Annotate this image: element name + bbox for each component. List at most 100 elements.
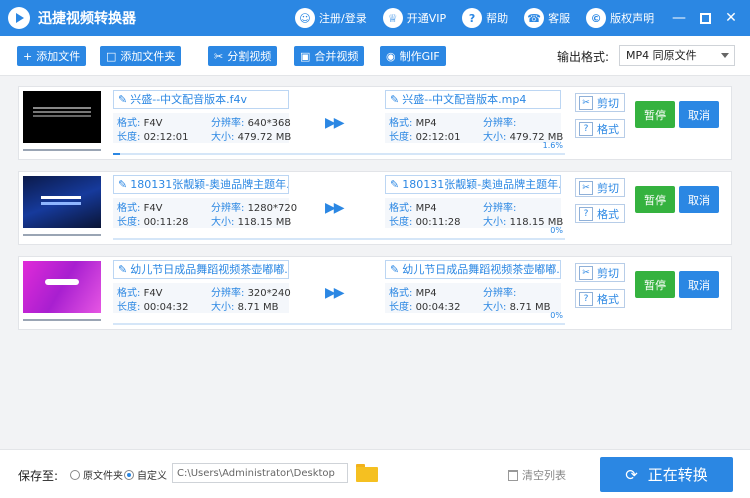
- cut-button[interactable]: ✂ 剪切: [575, 178, 625, 197]
- cut-label: 剪切: [597, 96, 619, 110]
- save-to-label: 保存至:: [18, 469, 59, 483]
- clear-list-label: 清空列表: [522, 469, 566, 482]
- output-format-value: MP4 同原文件: [626, 49, 697, 62]
- format-button-label: 格式: [597, 122, 619, 136]
- duration-label: 长度:: [117, 302, 141, 313]
- scissors-icon: ✂: [579, 180, 593, 195]
- login-label: 注册/登录: [319, 12, 367, 25]
- source-size: 118.15 MB: [237, 217, 292, 228]
- output-filename[interactable]: ✎ 兴盛--中文配音版本.mp4: [385, 90, 561, 109]
- merge-video-label: 合并视频: [314, 50, 359, 63]
- copyright-icon: ©: [586, 8, 607, 28]
- task-row: ✎ 幼儿节日成品舞蹈视频茶壶嘟嘟. 格式: F4V 长度: 00:04:32 分辨…: [18, 256, 732, 330]
- progress-percent: 0%: [550, 226, 563, 235]
- duration-label: 长度:: [117, 132, 141, 143]
- radio-original-folder[interactable]: 原文件夹: [70, 467, 123, 482]
- cut-button[interactable]: ✂ 剪切: [575, 93, 625, 112]
- radio-custom-label: 自定义: [137, 471, 167, 482]
- add-folder-label: 添加文件夹: [120, 50, 176, 63]
- pencil-icon: ✎: [118, 178, 128, 191]
- source-info: 格式: F4V 长度: 02:12:01 分辨率: 640*368 大小: 47…: [113, 113, 291, 143]
- cut-label: 剪切: [597, 181, 619, 195]
- login-link[interactable]: ☺ 注册/登录: [295, 8, 367, 28]
- cut-button[interactable]: ✂ 剪切: [575, 263, 625, 282]
- output-duration: 02:12:01: [415, 132, 461, 143]
- close-icon: ✕: [725, 10, 737, 26]
- add-folder-button[interactable]: □ 添加文件夹: [100, 46, 182, 66]
- video-thumbnail[interactable]: [23, 261, 101, 313]
- minimize-button[interactable]: —: [666, 5, 692, 31]
- browse-folder-button[interactable]: [356, 464, 378, 482]
- make-gif-button[interactable]: ◉ 制作GIF: [380, 46, 446, 66]
- vip-link[interactable]: ♕ 开通VIP: [382, 8, 446, 28]
- toolbar: + 添加文件 □ 添加文件夹 ✂ 分割视频 ▣ 合并视频 ◉ 制作GIF 输出格…: [0, 36, 750, 76]
- output-format-select[interactable]: MP4 同原文件: [619, 45, 735, 66]
- close-button[interactable]: ✕: [718, 5, 744, 31]
- add-file-label: 添加文件: [36, 50, 81, 63]
- size-label: 大小:: [483, 302, 507, 313]
- output-filename-text: 幼儿节日成品舞蹈视频茶壶嘟嘟.: [402, 263, 560, 276]
- top-links: ☺ 注册/登录 ♕ 开通VIP ? 帮助 ☎ 客服 © 版权声明: [295, 0, 670, 36]
- headset-icon: ☎: [524, 8, 545, 28]
- format-button[interactable]: ? 格式: [575, 289, 625, 308]
- output-info: 格式: MP4 长度: 02:12:01 分辨率: 大小: 479.72 MB: [385, 113, 563, 143]
- video-thumbnail[interactable]: [23, 91, 101, 143]
- app-logo-icon: [8, 7, 30, 29]
- radio-dot: [124, 469, 134, 480]
- source-duration: 00:11:28: [143, 217, 189, 228]
- size-label: 大小:: [483, 217, 507, 228]
- convert-arrow-icon: ▶▶: [325, 115, 344, 131]
- progress-bar: [113, 323, 565, 325]
- duration-label: 长度:: [389, 132, 413, 143]
- source-filename[interactable]: ✎ 兴盛--中文配音版本.f4v: [113, 90, 289, 109]
- split-video-button[interactable]: ✂ 分割视频: [208, 46, 278, 66]
- output-filename[interactable]: ✎ 幼儿节日成品舞蹈视频茶壶嘟嘟.: [385, 260, 561, 279]
- copyright-link[interactable]: © 版权声明: [586, 8, 654, 28]
- service-link[interactable]: ☎ 客服: [524, 8, 570, 28]
- plus-icon: +: [23, 49, 33, 63]
- scissors-icon: ✂: [214, 49, 224, 63]
- output-filename-text: 180131张靓颖-奥迪品牌主题年...: [402, 178, 561, 191]
- output-filename[interactable]: ✎ 180131张靓颖-奥迪品牌主题年...: [385, 175, 561, 194]
- help-label: 帮助: [486, 12, 509, 25]
- service-label: 客服: [548, 12, 571, 25]
- source-filename[interactable]: ✎ 180131张靓颖-奥迪品牌主题年...: [113, 175, 289, 194]
- pencil-icon: ✎: [390, 263, 400, 276]
- help-link[interactable]: ? 帮助: [462, 8, 508, 28]
- make-gif-label: 制作GIF: [399, 50, 440, 63]
- task-row: ✎ 兴盛--中文配音版本.f4v 格式: F4V 长度: 02:12:01 分辨率…: [18, 86, 732, 160]
- format-button[interactable]: ? 格式: [575, 119, 625, 138]
- thumbnail-bar: [23, 149, 101, 151]
- format-button[interactable]: ? 格式: [575, 204, 625, 223]
- cancel-button[interactable]: 取消: [679, 101, 719, 128]
- minimize-icon: —: [672, 10, 686, 26]
- pause-button[interactable]: 暂停: [635, 271, 675, 298]
- source-filename-text: 幼儿节日成品舞蹈视频茶壶嘟嘟.: [130, 263, 288, 276]
- size-label: 大小:: [211, 302, 235, 313]
- source-filename[interactable]: ✎ 幼儿节日成品舞蹈视频茶壶嘟嘟.: [113, 260, 289, 279]
- start-convert-label: 正在转换: [647, 466, 708, 484]
- convert-arrow-icon: ▶▶: [325, 200, 344, 216]
- gif-icon: ◉: [386, 49, 396, 63]
- video-thumbnail[interactable]: [23, 176, 101, 228]
- save-path-input[interactable]: [172, 463, 348, 483]
- window-controls: — ✕: [666, 0, 744, 36]
- size-label: 大小:: [211, 217, 235, 228]
- start-convert-button[interactable]: ⟳ 正在转换: [600, 457, 733, 492]
- merge-video-button[interactable]: ▣ 合并视频: [294, 46, 365, 66]
- clear-list-button[interactable]: 清空列表: [508, 467, 566, 483]
- pause-button[interactable]: 暂停: [635, 186, 675, 213]
- cancel-button[interactable]: 取消: [679, 271, 719, 298]
- format-button-label: 格式: [597, 292, 619, 306]
- user-icon: ☺: [295, 8, 315, 28]
- pause-button[interactable]: 暂停: [635, 101, 675, 128]
- source-duration: 00:04:32: [143, 302, 189, 313]
- cancel-button[interactable]: 取消: [679, 186, 719, 213]
- crown-icon: ♕: [382, 8, 403, 28]
- convert-arrow-icon: ▶▶: [325, 285, 344, 301]
- chevron-down-icon: [721, 53, 729, 58]
- add-file-button[interactable]: + 添加文件: [17, 46, 87, 66]
- help-icon: ?: [462, 8, 483, 28]
- maximize-button[interactable]: [692, 5, 718, 31]
- radio-custom-folder[interactable]: 自定义: [124, 467, 167, 482]
